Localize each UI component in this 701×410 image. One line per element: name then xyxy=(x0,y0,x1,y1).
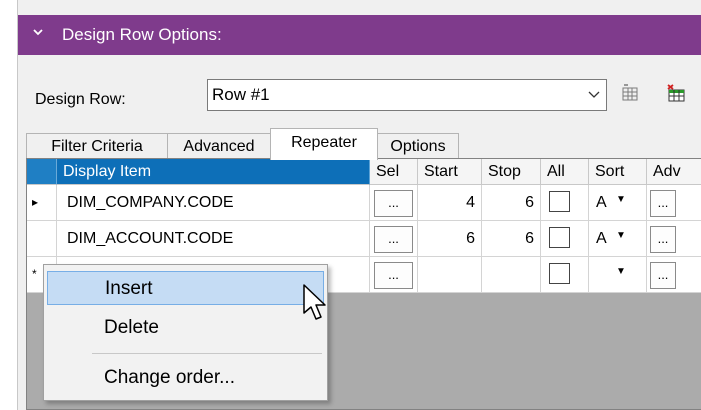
table-cell-adv: ... xyxy=(647,221,701,257)
design-row-value: Row #1 xyxy=(212,85,270,104)
column-header-start[interactable]: Start xyxy=(418,159,482,185)
table-cell-all xyxy=(541,185,589,221)
all-checkbox[interactable] xyxy=(549,263,570,284)
table-cell-display-item[interactable]: DIM_ACCOUNT.CODE xyxy=(57,221,370,257)
all-checkbox[interactable] xyxy=(549,227,570,248)
design-row-label: Design Row: xyxy=(35,91,126,108)
tab-options[interactable]: Options xyxy=(377,133,459,159)
table-cell-all xyxy=(541,257,589,293)
adv-ellipsis-button[interactable]: ... xyxy=(650,190,676,217)
start-value: 4 xyxy=(466,194,475,211)
sel-ellipsis-button[interactable]: ... xyxy=(374,262,413,289)
sort-value: A xyxy=(596,194,607,211)
table-cell-stop[interactable]: 6 xyxy=(482,221,541,257)
menu-item-label: Change order... xyxy=(104,367,235,388)
sort-dropdown-icon[interactable]: ▼ xyxy=(616,194,626,205)
insert-row-icon[interactable] xyxy=(621,84,641,102)
sel-ellipsis-button[interactable]: ... xyxy=(374,190,413,217)
tab-advanced[interactable]: Advanced xyxy=(167,133,271,159)
table-cell-adv: ... xyxy=(647,257,701,293)
menu-separator xyxy=(92,353,322,354)
table-cell-sort[interactable]: ▼ xyxy=(589,257,647,293)
adv-ellipsis-button[interactable]: ... xyxy=(650,226,676,253)
stop-value: 6 xyxy=(525,194,534,211)
row-header[interactable] xyxy=(27,221,57,257)
delete-row-icon[interactable] xyxy=(666,84,686,102)
sort-dropdown-icon[interactable]: ▼ xyxy=(616,230,626,241)
start-value: 6 xyxy=(466,230,475,247)
tab-repeater[interactable]: Repeater xyxy=(270,128,378,160)
display-item-text: DIM_COMPANY.CODE xyxy=(67,194,234,211)
panel-header[interactable]: Design Row Options: xyxy=(18,15,701,55)
table-cell-adv: ... xyxy=(647,185,701,221)
all-checkbox[interactable] xyxy=(549,191,570,212)
sort-dropdown-icon[interactable]: ▼ xyxy=(616,266,626,277)
menu-item-delete[interactable]: Delete xyxy=(47,311,324,345)
mouse-pointer-icon xyxy=(303,284,326,320)
menu-item-change-order[interactable]: Change order... xyxy=(47,361,324,395)
chevron-down-icon[interactable] xyxy=(30,24,46,40)
column-header-all[interactable]: All xyxy=(541,159,589,185)
table-cell-display-item[interactable]: DIM_COMPANY.CODE xyxy=(57,185,370,221)
design-row-select[interactable]: Row #1 xyxy=(207,79,607,111)
table-cell-sel: ... xyxy=(370,257,418,293)
stop-value: 6 xyxy=(525,230,534,247)
new-row-icon: * xyxy=(32,267,37,281)
context-menu: Insert Delete Change order... xyxy=(43,264,328,401)
menu-item-insert[interactable]: Insert xyxy=(47,271,324,305)
table-cell-start[interactable]: 4 xyxy=(418,185,482,221)
table-cell-sel: ... xyxy=(370,185,418,221)
table-cell-stop[interactable] xyxy=(482,257,541,293)
table-cell-start[interactable]: 6 xyxy=(418,221,482,257)
table-cell-stop[interactable]: 6 xyxy=(482,185,541,221)
grid-corner[interactable] xyxy=(27,159,57,185)
tab-filter-criteria[interactable]: Filter Criteria xyxy=(26,133,168,159)
sel-ellipsis-button[interactable]: ... xyxy=(374,226,413,253)
dropdown-arrow-icon[interactable] xyxy=(588,90,600,100)
menu-item-label: Insert xyxy=(105,278,153,299)
table-cell-start[interactable] xyxy=(418,257,482,293)
table-cell-sel: ... xyxy=(370,221,418,257)
display-item-text: DIM_ACCOUNT.CODE xyxy=(67,230,234,247)
column-header-stop[interactable]: Stop xyxy=(482,159,541,185)
row-header[interactable]: ▸ xyxy=(27,185,57,221)
column-header-sort[interactable]: Sort xyxy=(589,159,647,185)
table-cell-sort[interactable]: A ▼ xyxy=(589,221,647,257)
panel-title: Design Row Options: xyxy=(62,25,222,44)
column-header-sel[interactable]: Sel xyxy=(370,159,418,185)
current-row-icon: ▸ xyxy=(32,195,39,209)
adv-ellipsis-button[interactable]: ... xyxy=(650,262,676,289)
table-cell-all xyxy=(541,221,589,257)
column-header-adv[interactable]: Adv xyxy=(647,159,701,185)
column-header-display-item[interactable]: Display Item xyxy=(57,159,370,185)
sort-value: A xyxy=(596,230,607,247)
menu-item-label: Delete xyxy=(104,317,159,338)
table-cell-sort[interactable]: A ▼ xyxy=(589,185,647,221)
